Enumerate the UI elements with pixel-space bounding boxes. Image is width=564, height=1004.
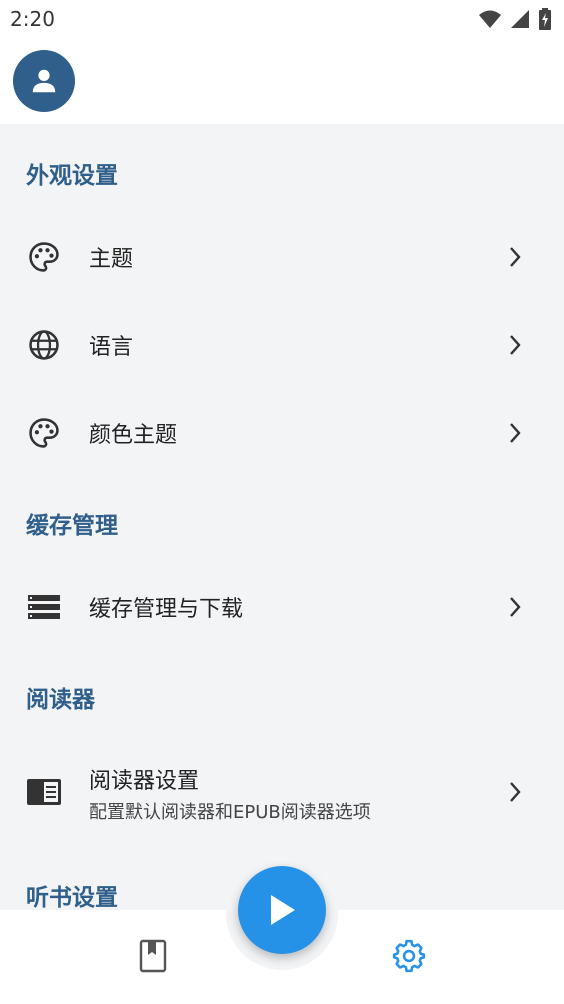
settings-gear-icon — [392, 939, 426, 973]
chevron-right-icon — [508, 595, 522, 619]
section-title-cache: 缓存管理 — [26, 513, 118, 539]
play-fab-button[interactable] — [238, 866, 326, 954]
bookmark-book-icon — [139, 939, 167, 973]
nav-settings[interactable] — [391, 938, 427, 974]
settings-item-language[interactable]: 语言 — [0, 309, 564, 381]
settings-item-description: 配置默认阅读器和EPUB阅读器选项 — [89, 802, 371, 823]
nav-library[interactable] — [135, 938, 171, 974]
avatar[interactable] — [13, 50, 75, 112]
settings-item-label: 阅读器设置 — [89, 769, 200, 794]
signal-icon — [511, 10, 529, 28]
play-icon — [271, 895, 295, 925]
reader-icon — [26, 774, 62, 810]
section-title-appearance: 外观设置 — [26, 163, 118, 189]
settings-item-color-theme[interactable]: 颜色主题 — [0, 397, 564, 469]
settings-item-label: 主题 — [89, 247, 134, 272]
person-icon — [32, 69, 56, 93]
status-icons — [478, 8, 552, 30]
chevron-right-icon — [508, 245, 522, 269]
chevron-right-icon — [508, 780, 522, 804]
section-title-audiobook: 听书设置 — [26, 885, 118, 910]
profile-header — [0, 38, 564, 124]
settings-item-theme[interactable]: 主题 — [0, 221, 564, 293]
palette-icon — [26, 239, 62, 275]
status-bar: 2:20 — [0, 0, 564, 38]
chevron-right-icon — [508, 421, 522, 445]
settings-item-label: 缓存管理与下载 — [89, 597, 244, 622]
palette-icon — [26, 415, 62, 451]
section-title-reader: 阅读器 — [26, 687, 95, 713]
battery-charging-icon — [539, 8, 551, 30]
globe-icon — [26, 327, 62, 363]
settings-item-reader[interactable]: 阅读器设置 配置默认阅读器和EPUB阅读器选项 — [0, 749, 564, 835]
settings-item-label: 语言 — [89, 335, 134, 360]
status-time: 2:20 — [10, 7, 55, 31]
settings-list: 外观设置 主题 语言 颜色主题 缓存管理 缓存管理与下载 阅读器 阅读器设置 配… — [0, 124, 564, 910]
settings-item-label: 颜色主题 — [89, 423, 178, 448]
settings-item-cache-download[interactable]: 缓存管理与下载 — [0, 571, 564, 643]
wifi-icon — [479, 10, 501, 28]
chevron-right-icon — [508, 333, 522, 357]
storage-icon — [26, 589, 62, 625]
